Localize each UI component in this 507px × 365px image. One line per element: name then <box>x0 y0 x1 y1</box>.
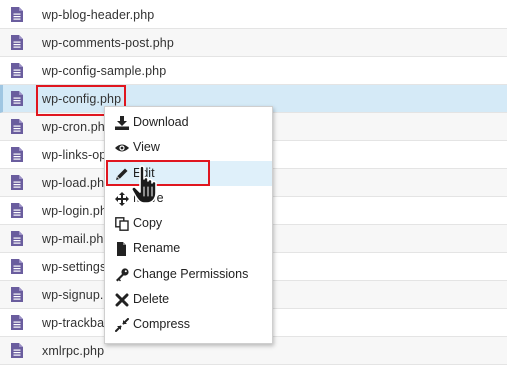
php-file-icon <box>11 119 23 134</box>
download-icon <box>115 116 129 130</box>
file-name[interactable]: wp-blog-header.php <box>42 8 154 22</box>
php-file-icon <box>11 259 23 274</box>
pencil-icon <box>116 168 128 180</box>
file-row-wp-comments-post[interactable]: wp-comments-post.php <box>0 29 507 57</box>
php-file-icon <box>11 7 23 22</box>
move-arrows-icon <box>115 192 129 206</box>
php-file-icon <box>11 175 23 190</box>
copy-icon <box>115 217 129 231</box>
php-file-icon <box>11 287 23 302</box>
file-name[interactable]: wp-mail.php <box>42 232 111 246</box>
php-file-icon <box>11 315 23 330</box>
php-file-icon <box>11 343 23 358</box>
menu-label: Rename <box>133 241 181 255</box>
menu-label: Copy <box>133 216 163 230</box>
menu-label: Change Permissions <box>133 267 249 281</box>
php-file-icon <box>11 91 23 106</box>
file-name[interactable]: wp-config-sample.php <box>42 64 166 78</box>
php-file-icon <box>11 63 23 78</box>
key-icon <box>116 268 129 282</box>
compress-icon <box>115 318 129 332</box>
menu-label: Delete <box>133 292 170 306</box>
eye-icon <box>115 144 129 152</box>
menu-item-copy[interactable]: Copy <box>106 211 272 236</box>
file-row-wp-blog-header[interactable]: wp-blog-header.php <box>0 1 507 29</box>
file-name[interactable]: wp-cron.php <box>42 120 112 134</box>
menu-label: Download <box>133 115 189 129</box>
menu-item-view[interactable]: View <box>106 135 272 160</box>
context-menu: Download View Edit Move Copy Rename Chan… <box>104 106 273 344</box>
php-file-icon <box>11 231 23 246</box>
menu-item-change-permissions[interactable]: Change Permissions <box>106 262 272 287</box>
menu-item-download[interactable]: Download <box>106 110 272 135</box>
hand-pointer-icon <box>131 165 157 204</box>
menu-label: Compress <box>133 317 190 331</box>
menu-label: View <box>133 140 160 154</box>
php-file-icon <box>11 35 23 50</box>
file-row-wp-config-sample[interactable]: wp-config-sample.php <box>0 57 507 85</box>
menu-item-compress[interactable]: Compress <box>106 312 272 337</box>
file-name[interactable]: wp-config.php <box>42 92 121 106</box>
menu-item-delete[interactable]: Delete <box>106 287 272 312</box>
php-file-icon <box>11 203 23 218</box>
x-icon <box>115 293 129 307</box>
file-name[interactable]: wp-comments-post.php <box>42 36 174 50</box>
menu-item-rename[interactable]: Rename <box>106 236 272 261</box>
file-icon <box>117 242 126 256</box>
file-name[interactable]: xmlrpc.php <box>42 344 104 358</box>
php-file-icon <box>11 147 23 162</box>
file-name[interactable]: wp-load.php <box>42 176 111 190</box>
